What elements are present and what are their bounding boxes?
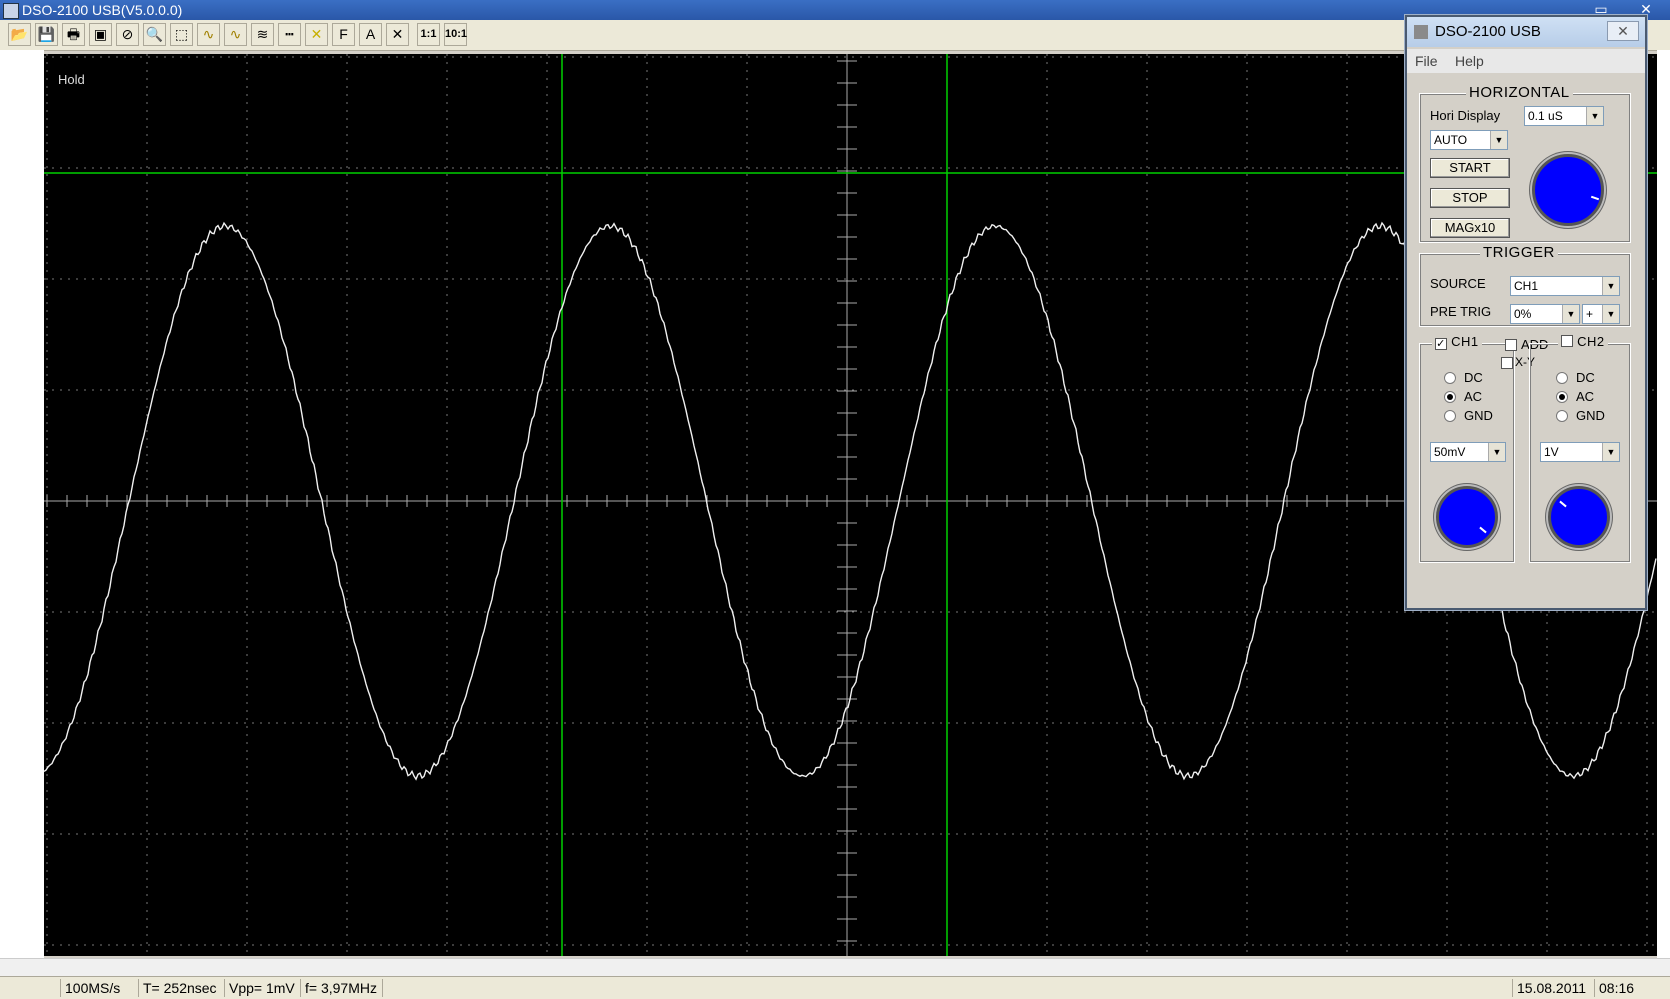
xy-checkbox[interactable] bbox=[1501, 357, 1513, 369]
ch2-gnd-radio[interactable] bbox=[1556, 410, 1568, 422]
panel-title-bar[interactable]: DSO-2100 USB ✕ bbox=[1407, 17, 1645, 47]
chevron-down-icon[interactable]: ▼ bbox=[1602, 305, 1619, 323]
wave-icon[interactable]: ∿ bbox=[197, 23, 220, 46]
pretrig-value: 0% bbox=[1514, 307, 1532, 321]
open-folder-icon[interactable]: 📂 bbox=[8, 23, 31, 46]
left-margin bbox=[0, 50, 44, 960]
panel-close-button[interactable]: ✕ bbox=[1607, 21, 1639, 41]
ch2-dc-label: DC bbox=[1576, 370, 1595, 385]
chevron-down-icon[interactable]: ▼ bbox=[1562, 305, 1579, 323]
cross-yellow-icon[interactable]: ✕ bbox=[305, 23, 328, 46]
filter-icon[interactable]: ≋ bbox=[251, 23, 274, 46]
trigger-source-select[interactable]: CH1 ▼ bbox=[1510, 276, 1620, 296]
ch2-label: CH2 bbox=[1577, 334, 1605, 349]
ch1-volts-select[interactable]: 50mV ▼ bbox=[1430, 442, 1506, 462]
knob-indicator bbox=[1590, 195, 1600, 201]
control-panel-window[interactable]: DSO-2100 USB ✕ File Help HORIZONTAL Hori… bbox=[1405, 15, 1647, 610]
capture-icon[interactable]: ▣ bbox=[89, 23, 112, 46]
menu-help[interactable]: Help bbox=[1455, 49, 1484, 73]
source-label: SOURCE bbox=[1430, 276, 1486, 291]
sample-rate: 100MS/s bbox=[60, 979, 124, 997]
ch2-volts-select[interactable]: 1V ▼ bbox=[1540, 442, 1620, 462]
ch1-dc-label: DC bbox=[1464, 370, 1483, 385]
ch1-gnd-radio[interactable] bbox=[1444, 410, 1456, 422]
hori-display-label: Hori Display bbox=[1430, 108, 1501, 123]
ch2-ac-radio[interactable] bbox=[1556, 391, 1568, 403]
trigger-slope-select[interactable]: + ▼ bbox=[1582, 304, 1620, 324]
pretrig-label: PRE TRIG bbox=[1430, 304, 1492, 319]
ch1-ac-radio[interactable] bbox=[1444, 391, 1456, 403]
print-icon[interactable]: 🖶 bbox=[62, 23, 85, 46]
fft-icon[interactable]: F bbox=[332, 23, 355, 46]
ch2-volts-value: 1V bbox=[1544, 445, 1559, 459]
ch1-checkbox[interactable]: ✓ bbox=[1435, 338, 1447, 350]
frequency-readout: f= 3,97MHz bbox=[300, 979, 382, 997]
timebase-knob[interactable] bbox=[1532, 154, 1604, 226]
chevron-down-icon[interactable]: ▼ bbox=[1490, 131, 1507, 149]
horizontal-scrollbar[interactable] bbox=[0, 958, 1670, 977]
ch2-header: CH2 bbox=[1558, 334, 1608, 349]
chevron-down-icon[interactable]: ▼ bbox=[1586, 107, 1603, 125]
start-button[interactable]: START bbox=[1430, 158, 1510, 178]
panel-title: DSO-2100 USB bbox=[1435, 23, 1541, 40]
add-checkbox[interactable] bbox=[1505, 339, 1517, 351]
right-margin bbox=[1657, 50, 1670, 960]
stop-icon[interactable]: ⊘ bbox=[116, 23, 139, 46]
status-bar: 100MS/s T= 252nsec Vpp= 1mV f= 3,97MHz 1… bbox=[0, 976, 1670, 999]
knob-indicator bbox=[1479, 526, 1487, 534]
trigger-source-value: CH1 bbox=[1514, 279, 1539, 293]
timebase-value: 0.1 uS bbox=[1528, 109, 1563, 123]
pretrig-select[interactable]: 0% ▼ bbox=[1510, 304, 1580, 324]
ch2-group: CH2 DC AC GND 1V ▼ bbox=[1529, 334, 1631, 563]
panel-menu-bar: File Help bbox=[1407, 49, 1645, 73]
chevron-down-icon[interactable]: ▼ bbox=[1488, 443, 1505, 461]
period-readout: T= 252nsec bbox=[138, 979, 224, 997]
trigger-group: TRIGGER SOURCE CH1 ▼ PRE TRIG 0% ▼ + ▼ bbox=[1419, 244, 1631, 327]
chevron-down-icon[interactable]: ▼ bbox=[1602, 277, 1619, 295]
cursor-icon[interactable]: ✕ bbox=[386, 23, 409, 46]
ch1-volts-value: 50mV bbox=[1434, 445, 1466, 459]
trigger-title: TRIGGER bbox=[1480, 244, 1558, 261]
ch2-dc-radio[interactable] bbox=[1556, 372, 1568, 384]
vpp-readout: Vpp= 1mV bbox=[224, 979, 300, 997]
ratio-1-button[interactable]: 1:1 bbox=[417, 23, 440, 46]
app-title: DSO-2100 USB(V5.0.0.0) bbox=[22, 2, 183, 18]
panel-app-icon bbox=[1414, 25, 1428, 39]
ch1-dc-radio[interactable] bbox=[1444, 372, 1456, 384]
ch1-ac-label: AC bbox=[1464, 389, 1483, 404]
status-empty bbox=[382, 979, 1512, 997]
ch1-header: ✓ CH1 bbox=[1432, 334, 1482, 350]
auto-set-icon[interactable]: A bbox=[359, 23, 382, 46]
menu-file[interactable]: File bbox=[1415, 49, 1438, 73]
ch2-gnd-label: GND bbox=[1576, 408, 1605, 423]
ch2-checkbox[interactable] bbox=[1561, 335, 1573, 347]
status-time: 08:16 bbox=[1594, 979, 1654, 997]
ratio-10-button[interactable]: 10:1 bbox=[444, 23, 467, 46]
stop-button[interactable]: STOP bbox=[1430, 188, 1510, 208]
hori-display-value: AUTO bbox=[1434, 133, 1468, 147]
ch1-group: ✓ CH1 DC AC GND 50mV ▼ bbox=[1419, 334, 1515, 563]
trigger-slope-value: + bbox=[1586, 307, 1594, 321]
hori-display-select[interactable]: AUTO ▼ bbox=[1430, 130, 1508, 150]
timebase-select[interactable]: 0.1 uS ▼ bbox=[1524, 106, 1604, 126]
dashed-line-icon[interactable]: ┅ bbox=[278, 23, 301, 46]
chevron-down-icon[interactable]: ▼ bbox=[1602, 443, 1619, 461]
wave-yellow-icon[interactable]: ∿ bbox=[224, 23, 247, 46]
grid-icon[interactable]: ⬚ bbox=[170, 23, 193, 46]
horizontal-group: HORIZONTAL Hori Display 0.1 uS ▼ AUTO ▼ … bbox=[1419, 84, 1631, 243]
app-icon bbox=[3, 3, 19, 19]
hold-label: Hold bbox=[58, 72, 85, 87]
ch2-ac-label: AC bbox=[1576, 389, 1595, 404]
mag-button[interactable]: MAGx10 bbox=[1430, 218, 1510, 238]
ch1-label: CH1 bbox=[1451, 334, 1479, 349]
ch2-volts-knob[interactable] bbox=[1548, 486, 1610, 548]
save-icon[interactable]: 💾 bbox=[35, 23, 58, 46]
ch1-volts-knob[interactable] bbox=[1436, 486, 1498, 548]
zoom-icon[interactable]: 🔍 bbox=[143, 23, 166, 46]
status-date: 15.08.2011 bbox=[1512, 979, 1594, 997]
horizontal-title: HORIZONTAL bbox=[1466, 84, 1573, 101]
ch1-gnd-label: GND bbox=[1464, 408, 1493, 423]
knob-indicator bbox=[1559, 500, 1567, 508]
